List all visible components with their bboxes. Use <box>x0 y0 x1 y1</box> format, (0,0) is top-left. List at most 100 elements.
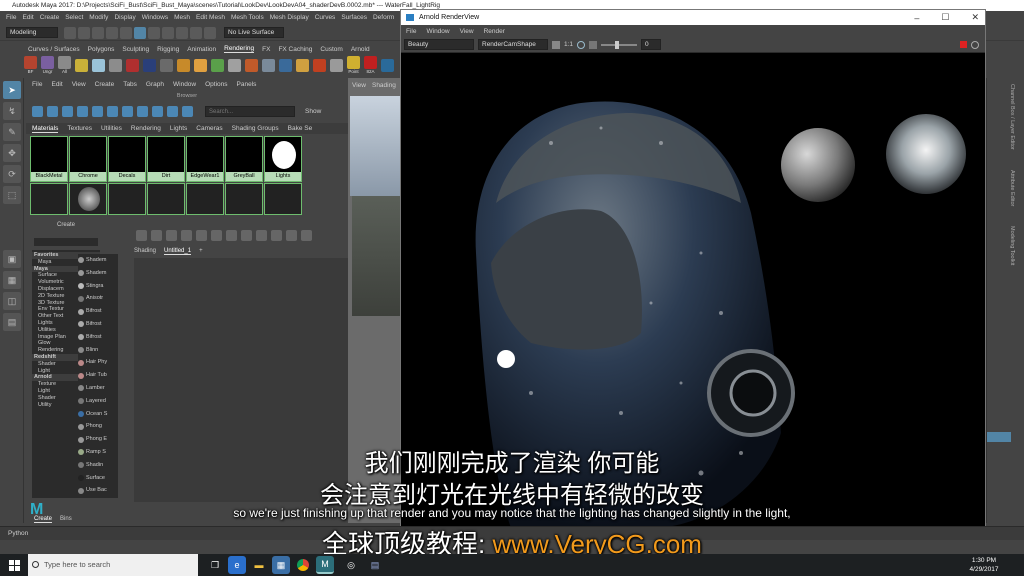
shelf-button-12[interactable] <box>228 58 241 72</box>
xl-swatch-icon[interactable] <box>122 105 133 117</box>
hs-menu-edit[interactable]: Edit <box>51 81 62 88</box>
create-filter-input[interactable] <box>34 238 98 246</box>
create-node-item[interactable]: Anisotr <box>78 292 118 305</box>
menu-item-surfaces[interactable]: Surfaces <box>341 14 367 21</box>
shelf-tab-rendering[interactable]: Rendering <box>224 45 255 53</box>
maximize-icon[interactable]: ☐ <box>941 12 949 23</box>
material-swatch-empty[interactable] <box>147 183 185 215</box>
aov-dropdown[interactable]: Beauty <box>404 39 474 50</box>
paint-icon[interactable]: ✎ <box>3 123 21 141</box>
material-swatch-dirt[interactable]: Dirt <box>147 136 185 182</box>
edge-icon[interactable]: e <box>228 556 246 574</box>
simple-mode-icon[interactable] <box>301 229 312 241</box>
shelf-button-2[interactable]: All <box>58 56 71 74</box>
menu-item-edit[interactable]: Edit <box>22 14 33 21</box>
snap-grid-icon[interactable] <box>176 26 188 39</box>
shelf-button-0[interactable]: BF <box>24 56 37 74</box>
material-swatch-blackmetal[interactable]: BlackMetal <box>30 136 68 182</box>
material-swatch-lights[interactable]: Lights <box>264 136 302 182</box>
shelf-button-10[interactable] <box>194 58 207 72</box>
browser-tab-rendering[interactable]: Rendering <box>131 125 161 132</box>
create-node-item[interactable]: Lamber <box>78 382 118 395</box>
menu-item-display[interactable]: Display <box>114 14 135 21</box>
work-tab-1[interactable]: Untitled_1 <box>164 248 192 255</box>
material-swatch-empty[interactable] <box>264 183 302 215</box>
hs-menu-window[interactable]: Window <box>173 81 196 88</box>
shelf-tab-curves-surfaces[interactable]: Curves / Surfaces <box>28 46 80 53</box>
taskbar-search-input[interactable]: Type here to search <box>28 554 198 576</box>
shelf-tab-polygons[interactable]: Polygons <box>88 46 115 53</box>
shelf-tab-arnold[interactable]: Arnold <box>351 46 370 53</box>
material-swatch-empty[interactable] <box>186 183 224 215</box>
exposure-slider[interactable] <box>601 40 638 49</box>
shelf-button-19[interactable]: Point <box>347 56 360 74</box>
right-panel-tab-0[interactable]: Channel Box / Layer Editor <box>1009 84 1015 150</box>
small-swatch-icon[interactable] <box>77 105 88 117</box>
medium-swatch-icon[interactable] <box>92 105 103 117</box>
save-scene-icon[interactable] <box>92 26 104 39</box>
frame-all-icon[interactable] <box>241 229 252 241</box>
snap-grid-toggle-icon[interactable] <box>286 229 297 241</box>
grid-toggle-icon[interactable] <box>271 229 282 241</box>
hs-menu-graph[interactable]: Graph <box>146 81 164 88</box>
notes-icon[interactable]: ▤ <box>366 556 384 574</box>
arnold-menu-file[interactable]: File <box>406 28 416 35</box>
menu-item-curves[interactable]: Curves <box>315 14 336 21</box>
lasso-icon[interactable]: ↯ <box>3 102 21 120</box>
shelf-tab-fx-caching[interactable]: FX Caching <box>278 46 312 53</box>
maya-taskbar-icon[interactable]: M <box>316 556 334 574</box>
layout-other-icon[interactable]: ▤ <box>3 313 21 331</box>
unity-icon[interactable]: ◎ <box>342 556 360 574</box>
live-surface-field[interactable]: No Live Surface <box>224 27 284 38</box>
snap-point-icon[interactable] <box>204 26 216 39</box>
browser-tab-materials[interactable]: Materials <box>32 125 59 133</box>
hs-menu-file[interactable]: File <box>32 81 42 88</box>
arnold-menu-view[interactable]: View <box>460 28 474 35</box>
chrome-icon[interactable] <box>294 556 312 574</box>
shelf-tab-animation[interactable]: Animation <box>187 46 216 53</box>
create-node-item[interactable]: Hair Tub <box>78 369 118 382</box>
create-node-item[interactable]: Shadem <box>78 267 118 280</box>
browser-search-input[interactable]: Search... <box>205 105 295 117</box>
store-icon[interactable]: ▦ <box>272 556 290 574</box>
create-node-item[interactable]: Bifrost <box>78 318 118 331</box>
shelf-button-13[interactable] <box>245 58 258 72</box>
browser-tab-bake-se[interactable]: Bake Se <box>288 125 313 132</box>
graph-input-icon[interactable] <box>136 229 147 241</box>
browser-tab-lights[interactable]: Lights <box>170 125 187 132</box>
material-swatch-empty[interactable] <box>225 183 263 215</box>
menu-item-select[interactable]: Select <box>65 14 83 21</box>
material-swatch-empty[interactable] <box>108 183 146 215</box>
select-by-object-icon[interactable] <box>148 26 160 39</box>
camera-dropdown[interactable]: RenderCamShape <box>478 39 548 50</box>
shelf-button-9[interactable] <box>177 58 190 72</box>
create-node-item[interactable]: Layered <box>78 395 118 408</box>
right-panel-tab-1[interactable]: Attribute Editor <box>1009 170 1015 206</box>
mode-dropdown[interactable]: Modeling <box>6 27 58 38</box>
work-tab-0[interactable]: Shading <box>134 248 156 254</box>
rotate-icon[interactable]: ⟳ <box>3 165 21 183</box>
shelf-button-3[interactable] <box>75 58 88 72</box>
shelf-tab-rigging[interactable]: Rigging <box>157 46 179 53</box>
shelf-button-4[interactable] <box>92 58 105 72</box>
shelf-button-14[interactable] <box>262 58 275 72</box>
remove-selected-icon[interactable] <box>211 229 222 241</box>
shelf-button-18[interactable] <box>330 58 343 72</box>
browser-tab-cameras[interactable]: Cameras <box>196 125 222 132</box>
material-swatch-chrome[interactable]: Chrome <box>69 136 107 182</box>
frame-selected-icon[interactable] <box>256 229 267 241</box>
graph-io-icon[interactable] <box>151 229 162 241</box>
menu-item-windows[interactable]: Windows <box>142 14 168 21</box>
shelf-button-6[interactable] <box>126 58 139 72</box>
menu-item-deform[interactable]: Deform <box>373 14 394 21</box>
shelf-button-11[interactable] <box>211 58 224 72</box>
add-selected-icon[interactable] <box>196 229 207 241</box>
create-node-item[interactable]: Bifrost <box>78 305 118 318</box>
undo-icon[interactable] <box>106 26 118 39</box>
hs-menu-tabs[interactable]: Tabs <box>123 81 137 88</box>
browser-tab-shading-groups[interactable]: Shading Groups <box>232 125 279 132</box>
taskbar-clock[interactable]: 1:30 PM 4/29/2017 <box>964 556 1004 574</box>
hs-menu-view[interactable]: View <box>72 81 86 88</box>
select-by-hierarchy-icon[interactable] <box>134 26 146 39</box>
create-node-item[interactable]: Hair Phy <box>78 356 118 369</box>
